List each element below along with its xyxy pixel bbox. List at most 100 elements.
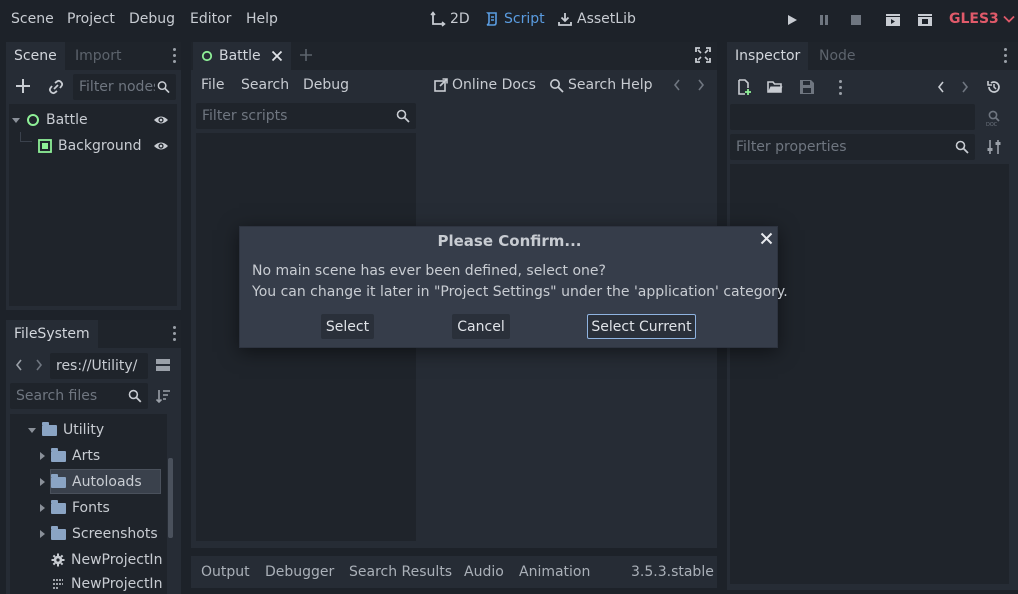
- open-docs-button[interactable]: DOC: [985, 109, 1003, 131]
- file-item-arts[interactable]: Arts: [40, 444, 100, 468]
- dialog-title: Please Confirm...: [437, 232, 582, 250]
- visibility-toggle-battle[interactable]: [153, 113, 169, 131]
- chevron-down-icon: [1003, 15, 1015, 23]
- script-menu-search[interactable]: Search: [241, 77, 289, 93]
- play-custom-scene-button[interactable]: [914, 10, 936, 30]
- script-menu-debug[interactable]: Debug: [303, 77, 349, 93]
- pause-icon: [820, 15, 828, 25]
- renderer-label: GLES3: [949, 11, 999, 27]
- nav-back-button[interactable]: [14, 358, 24, 376]
- tab-import[interactable]: Import: [67, 42, 129, 70]
- chevron-right-icon: [698, 79, 705, 91]
- workspace-2d-button[interactable]: 2D: [430, 11, 470, 27]
- filter-properties-input[interactable]: Filter properties: [730, 134, 975, 160]
- bottom-tab-output[interactable]: Output: [201, 564, 250, 580]
- file-item-newproject-1[interactable]: NewProjectIn: [51, 548, 181, 572]
- history-button[interactable]: [986, 79, 1002, 99]
- file-item-newproject-2[interactable]: NewProjectIn: [51, 574, 181, 594]
- history-icon: [987, 81, 1000, 93]
- pause-button[interactable]: [813, 10, 835, 30]
- script-history-back[interactable]: [672, 78, 682, 96]
- split-view-icon: [156, 359, 170, 371]
- expand-arrow-icon[interactable]: [40, 452, 45, 460]
- file-item-label: Fonts: [72, 500, 110, 516]
- file-item-screenshots[interactable]: Screenshots: [40, 522, 158, 546]
- node-icon: [201, 50, 213, 62]
- object-path-field: [730, 104, 975, 130]
- file-item-utility[interactable]: Utility: [28, 418, 104, 442]
- inspector-dock-menu-icon[interactable]: [1003, 48, 1007, 63]
- new-scene-tab-button[interactable]: [298, 47, 314, 67]
- renderer-select[interactable]: GLES3: [949, 11, 1015, 27]
- expand-arrow-icon[interactable]: [40, 530, 45, 538]
- cancel-button[interactable]: Cancel: [452, 314, 510, 339]
- filter-scripts-input[interactable]: Filter scripts: [196, 103, 416, 129]
- workspace-script-button[interactable]: Script: [484, 11, 545, 27]
- add-node-button[interactable]: [14, 77, 32, 99]
- workspace-assetlib-button[interactable]: AssetLib: [557, 11, 636, 27]
- menu-help[interactable]: Help: [246, 11, 278, 27]
- folder-icon: [51, 499, 66, 514]
- menu-debug[interactable]: Debug: [129, 11, 175, 27]
- visibility-toggle-background[interactable]: [153, 139, 169, 157]
- expand-arrow-icon[interactable]: [40, 504, 45, 512]
- menu-scene[interactable]: Scene: [11, 11, 54, 27]
- tab-scene[interactable]: Scene: [6, 42, 65, 70]
- file-item-label: Screenshots: [72, 526, 158, 542]
- path-field[interactable]: res://Utility/: [50, 353, 148, 379]
- menu-editor[interactable]: Editor: [190, 11, 231, 27]
- resource-menu-icon[interactable]: [838, 80, 842, 95]
- collapse-arrow-icon[interactable]: [12, 117, 20, 123]
- save-resource-button[interactable]: [799, 79, 815, 99]
- expand-arrow-icon[interactable]: [40, 478, 45, 486]
- file-item-fonts[interactable]: Fonts: [40, 496, 110, 520]
- sort-button[interactable]: [155, 388, 171, 408]
- bottom-tab-debugger[interactable]: Debugger: [265, 564, 334, 580]
- tab-filesystem[interactable]: FileSystem: [6, 320, 98, 348]
- file-tree-scrollbar[interactable]: [168, 458, 173, 538]
- search-files-input[interactable]: Search files: [10, 383, 148, 409]
- bottom-tab-audio[interactable]: Audio: [464, 564, 504, 580]
- bottom-tab-search-results[interactable]: Search Results: [349, 564, 452, 580]
- stop-icon: [851, 15, 861, 25]
- play-scene-button[interactable]: [882, 10, 904, 30]
- search-icon: [128, 389, 142, 403]
- script-history-forward[interactable]: [696, 78, 706, 96]
- doc-search-icon: DOC: [986, 110, 1000, 128]
- instance-scene-button[interactable]: [48, 79, 64, 99]
- tab-inspector[interactable]: Inspector: [727, 42, 809, 70]
- filter-nodes-input[interactable]: Filter nodes: [73, 74, 176, 100]
- folder-icon: [51, 525, 66, 540]
- select-button[interactable]: Select: [321, 314, 374, 339]
- nav-forward-button[interactable]: [34, 358, 44, 376]
- property-settings-button[interactable]: [986, 139, 1002, 159]
- close-icon[interactable]: [271, 50, 283, 62]
- scene-tab-battle[interactable]: Battle: [193, 42, 291, 70]
- inspector-history-forward[interactable]: [960, 80, 970, 98]
- script-menu-file[interactable]: File: [201, 77, 224, 93]
- stop-button[interactable]: [845, 10, 867, 30]
- file-icon: [53, 579, 63, 589]
- select-current-button[interactable]: Select Current: [587, 314, 696, 339]
- menu-project[interactable]: Project: [67, 11, 115, 27]
- create-resource-button[interactable]: [736, 79, 752, 99]
- dialog-close-button[interactable]: [756, 230, 776, 250]
- inspector-history-back[interactable]: [936, 80, 946, 98]
- file-item-autoloads[interactable]: Autoloads: [40, 470, 142, 494]
- sort-icon: [155, 390, 170, 404]
- tree-node-battle[interactable]: Battle: [12, 108, 88, 132]
- plus-icon: [16, 79, 30, 93]
- tree-node-background[interactable]: Background: [38, 134, 142, 158]
- play-button[interactable]: [781, 10, 803, 30]
- collapse-arrow-icon[interactable]: [28, 427, 36, 433]
- online-docs-button[interactable]: Online Docs: [434, 77, 536, 93]
- tab-node[interactable]: Node: [811, 42, 864, 70]
- toggle-split-mode-button[interactable]: [155, 357, 171, 377]
- load-resource-button[interactable]: [767, 79, 783, 99]
- search-help-button[interactable]: Search Help: [549, 77, 652, 93]
- folder-icon: [51, 473, 66, 488]
- bottom-tab-animation[interactable]: Animation: [519, 564, 590, 580]
- distraction-free-button[interactable]: [695, 47, 711, 67]
- filesystem-dock-menu-icon[interactable]: [172, 326, 176, 341]
- scene-dock-menu-icon[interactable]: [172, 48, 176, 63]
